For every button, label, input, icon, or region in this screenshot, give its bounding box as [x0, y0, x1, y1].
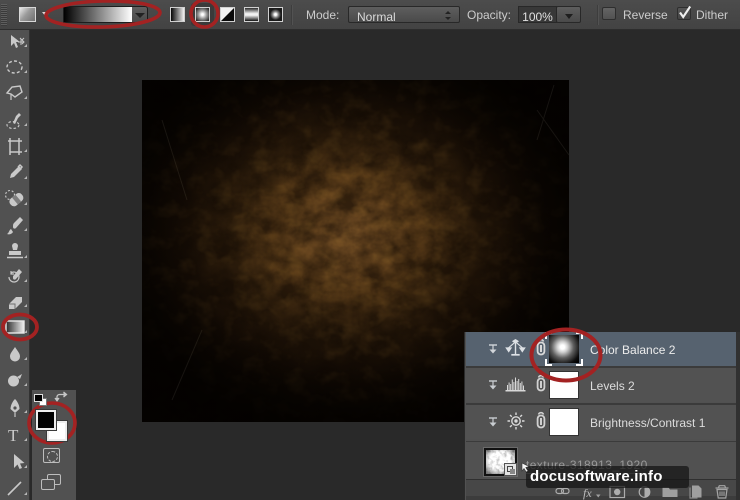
svg-text:T: T: [8, 426, 19, 445]
